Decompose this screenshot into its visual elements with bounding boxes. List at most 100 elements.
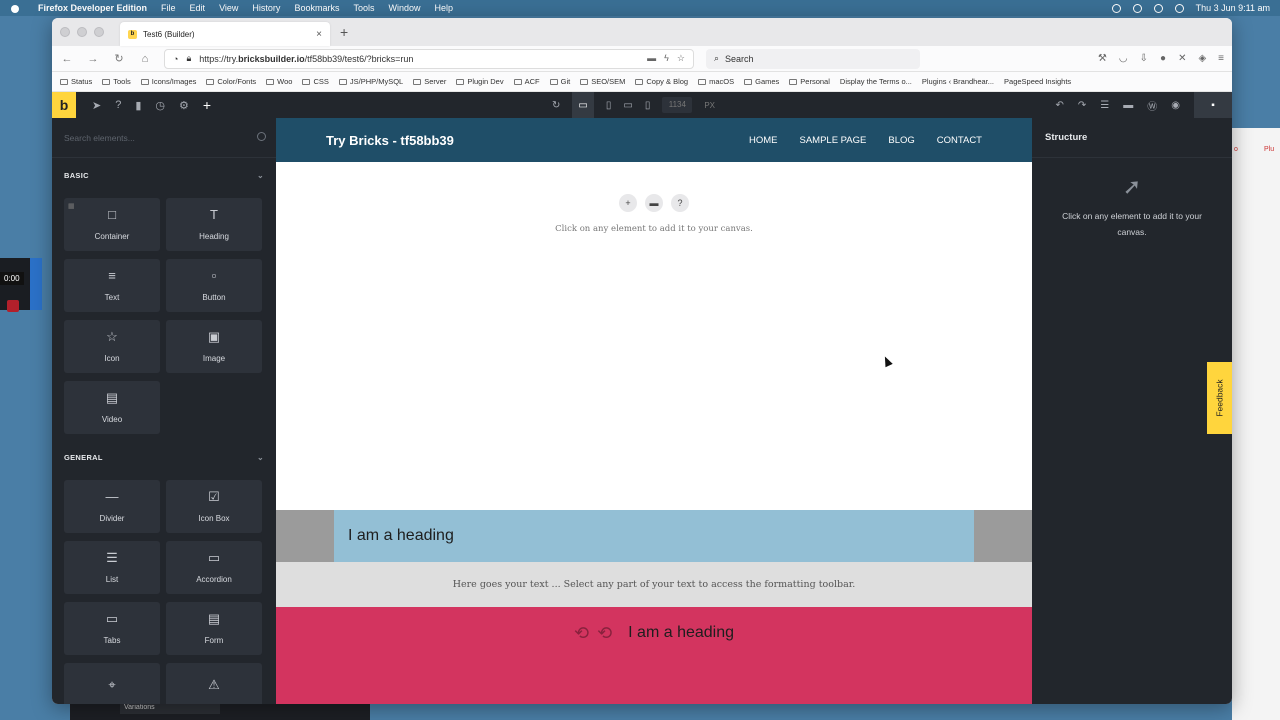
undo-icon[interactable]: ↶ [1056,100,1064,111]
search-bar[interactable]: ⌕ Search [706,48,920,69]
section-heading-red[interactable]: ⟲ ⟲ I am a heading [276,607,1032,704]
bookmark-folder[interactable]: Copy & Blog [635,77,688,86]
landscape-breakpoint-icon[interactable]: ▭ [623,100,632,111]
lock-icon[interactable]: 🔒︎ [186,53,191,64]
desktop-breakpoint-icon[interactable]: ▭ [572,92,594,118]
add-icon[interactable]: + [619,194,637,212]
bluetooth-icon[interactable] [1132,3,1142,13]
nav-sample-page[interactable]: SAMPLE PAGE [799,135,866,146]
save-button[interactable]: ▪ [1194,92,1232,118]
nav-blog[interactable]: BLOG [888,135,914,146]
category-basic[interactable]: BASIC ⌄ [52,158,276,192]
help-icon[interactable]: ? [671,194,689,212]
forward-icon[interactable]: → [86,53,100,65]
pocket-icon[interactable]: ◡ [1119,53,1128,64]
wrench-icon[interactable]: ⚒ [1098,53,1107,64]
element-map[interactable]: ⌖ [64,663,160,704]
star-icon[interactable]: ☆ [677,53,685,64]
redo-icon[interactable]: ↷ [1078,100,1086,111]
menu-bookmarks[interactable]: Bookmarks [294,3,339,13]
cursor-icon[interactable]: ➤ [92,99,101,112]
menu-edit[interactable]: Edit [190,3,206,13]
structure-icon[interactable]: ☰ [1100,100,1109,111]
element-tabs[interactable]: ▭ Tabs [64,602,160,655]
site-title[interactable]: Try Bricks - tf58bb39 [326,133,454,148]
url-bar[interactable]: ◔ 🔒︎ https://try.bricksbuilder.io/tf58bb… [164,48,694,69]
bookmark-folder[interactable]: Games [744,77,779,86]
heading-block[interactable]: I am a heading [334,510,974,562]
category-general[interactable]: GENERAL ⌄ [52,440,276,474]
home-icon[interactable]: ⌂ [138,53,152,65]
wordpress-icon[interactable]: Ⓦ [1147,98,1157,113]
bookmark-folder[interactable]: ACF [513,77,540,86]
bookmark-folder[interactable]: Woo [266,77,292,86]
bookmark-folder[interactable]: Color/Fonts [206,77,256,86]
element-container[interactable]: ▦ □ Container [64,198,160,251]
bookmark-link[interactable]: PageSpeed Insights [1004,77,1071,86]
menu-help[interactable]: Help [434,3,453,13]
bookmark-folder[interactable]: Git [549,77,570,86]
zoom-window-button[interactable] [94,27,104,37]
preview-eye-icon[interactable]: ◉ [1171,100,1180,111]
gear-icon[interactable] [1111,3,1121,13]
builder-canvas[interactable]: Try Bricks - tf58bb39 HOME SAMPLE PAGE B… [276,118,1032,704]
menu-file[interactable]: File [161,3,176,13]
app-name[interactable]: Firefox Developer Edition [38,3,147,13]
element-icon[interactable]: ☆ Icon [64,320,160,373]
element-form[interactable]: ▤ Form [166,602,262,655]
element-heading[interactable]: T Heading [166,198,262,251]
element-video[interactable]: ▤ Video [64,381,160,434]
element-text[interactable]: ≡ Text [64,259,160,312]
nav-home[interactable]: HOME [749,135,778,146]
element-icon-box[interactable]: ☑ Icon Box [166,480,262,533]
settings-gear-icon[interactable]: ⚙ [179,99,189,112]
wifi-icon[interactable] [1153,3,1163,13]
tablet-breakpoint-icon[interactable]: ▯ [606,100,612,111]
apple-icon[interactable] [10,3,20,13]
bookmark-folder[interactable]: Server [413,77,446,86]
element-accordion[interactable]: ▭ Accordion [166,541,262,594]
menu-tools[interactable]: Tools [353,3,374,13]
record-icon[interactable] [7,300,19,312]
refresh-icon[interactable]: ↻ [552,100,560,111]
back-icon[interactable]: ← [60,53,74,65]
canvas-width-input[interactable]: 1134 [662,97,693,113]
browser-tab[interactable]: b Test6 (Builder) × [120,22,330,46]
bolt-icon[interactable]: ϟ [664,53,669,64]
menu-icon[interactable]: ≡ [1218,53,1224,64]
site-header[interactable]: Try Bricks - tf58bb39 HOME SAMPLE PAGE B… [276,118,1032,162]
shield-icon[interactable]: ◔ [173,54,178,64]
bookmark-folder[interactable]: macOS [698,77,734,86]
element-image[interactable]: ▣ Image [166,320,262,373]
bookmark-folder[interactable]: Icons/Images [140,77,196,86]
menu-window[interactable]: Window [388,3,420,13]
shield-extension-icon[interactable]: ◈ [1198,53,1206,64]
bookmark-link[interactable]: Display the Terms o... [840,77,912,86]
reload-icon[interactable]: ↻ [112,52,126,65]
help-icon[interactable]: ? [115,99,121,111]
bricks-logo[interactable]: b [52,92,76,118]
add-elements-icon[interactable]: + [203,97,211,113]
close-window-button[interactable] [60,27,70,37]
menu-view[interactable]: View [219,3,238,13]
history-icon[interactable]: ◷ [155,99,165,112]
new-tab-button[interactable]: + [340,24,348,40]
nav-contact[interactable]: CONTACT [937,135,982,146]
element-button[interactable]: ▫ Button [166,259,262,312]
feedback-tab[interactable]: Feedback [1207,362,1232,434]
bookmark-folder[interactable]: Status [60,77,92,86]
tools-icon[interactable]: ✕ [1178,53,1186,64]
templates-folder-icon[interactable]: ▬ [1123,100,1133,111]
element-divider[interactable]: — Divider [64,480,160,533]
bookmark-folder[interactable]: CSS [302,77,329,86]
flag-icon[interactable]: ▬ [647,53,656,64]
bookmark-folder[interactable]: Personal [789,77,830,86]
download-icon[interactable]: ⇩ [1140,53,1148,64]
bookmark-folder[interactable]: Plugin Dev [456,77,504,86]
bookmark-link[interactable]: Plugins ‹ Brandhear... [922,77,994,86]
folder-icon[interactable]: ▬ [645,194,663,212]
menubar-clock[interactable]: Thu 3 Jun 9:11 am [1196,3,1270,13]
close-tab-icon[interactable]: × [316,29,322,40]
minimize-window-button[interactable] [77,27,87,37]
menu-history[interactable]: History [252,3,280,13]
